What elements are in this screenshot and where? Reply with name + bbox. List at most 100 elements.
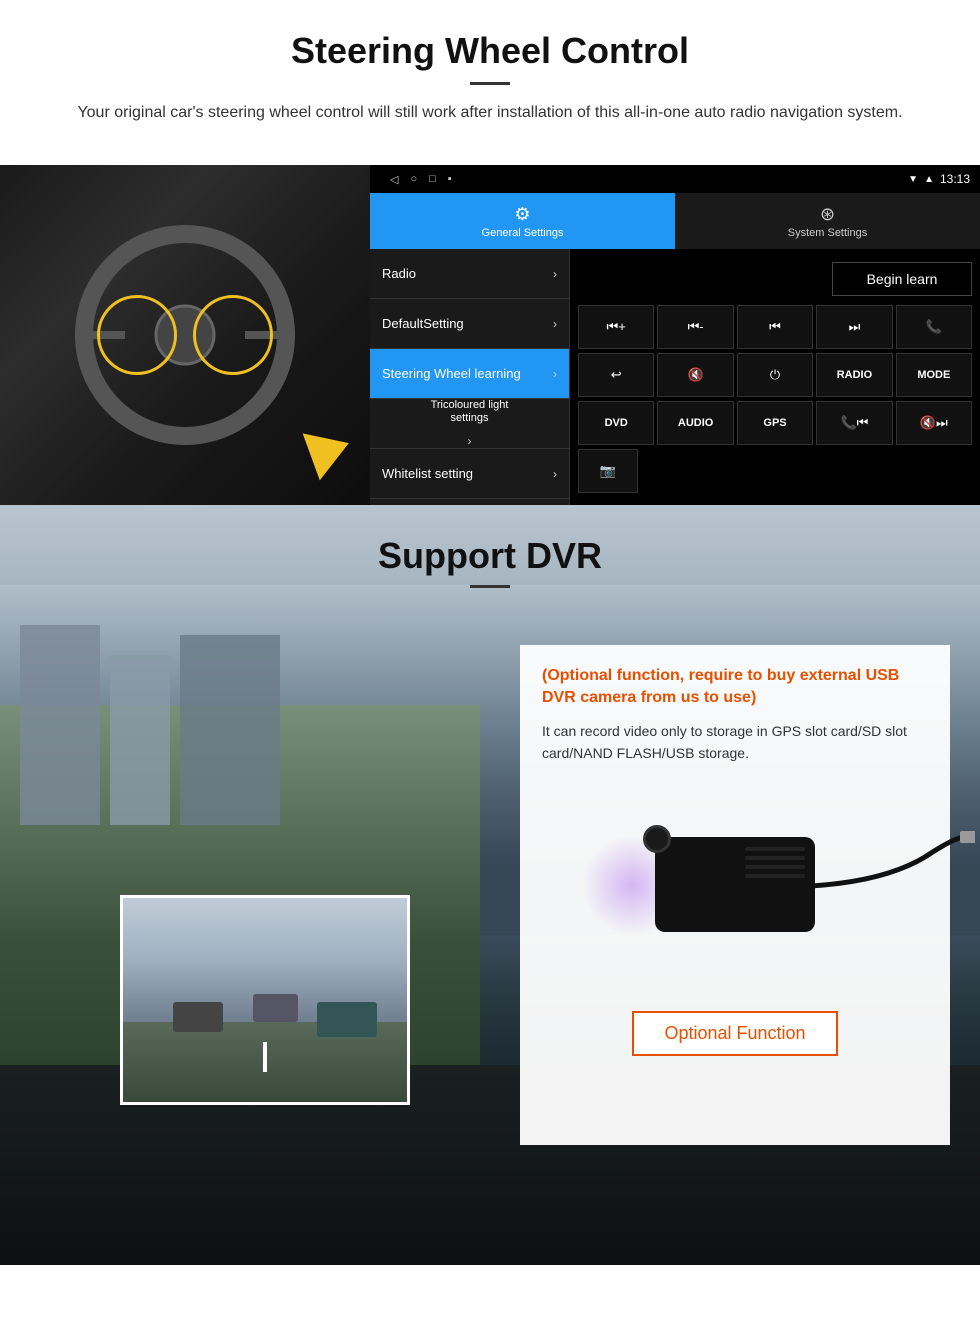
ctrl-dvd[interactable]: DVD [578,401,654,445]
dvr-description: It can record video only to storage in G… [542,720,928,765]
power-icon: ⏻ [770,367,780,383]
dvr-info-box: (Optional function, require to buy exter… [520,645,950,1145]
ctrl-mute[interactable]: 🔇 [657,353,733,397]
menu-arrow-tricolour: › [468,434,472,448]
signal-icon: ▲ [924,174,934,185]
android-menu: Radio › DefaultSetting › Steering Wheel … [370,249,980,505]
control-row-1: ⏮+ ⏮- ⏮ ⏭ 📞 [578,305,972,349]
menu-list: Radio › DefaultSetting › Steering Wheel … [370,249,570,505]
phone-prev-icon: 📞⏮ [840,415,868,431]
ctrl-audio[interactable]: AUDIO [657,401,733,445]
menu-item-steering[interactable]: Steering Wheel learning › [370,349,569,399]
android-tabs: ⚙ General Settings ⊛ System Settings [370,193,980,249]
arrow-indicator [303,420,358,481]
ctrl-camera[interactable]: 📷 [578,449,638,493]
tab-general-settings[interactable]: ⚙ General Settings [370,193,675,249]
ctrl-vol-up[interactable]: ⏮+ [578,305,654,349]
ctrl-gps[interactable]: GPS [737,401,813,445]
ctrl-back[interactable]: ↩ [578,353,654,397]
steering-wheel-image [0,165,370,505]
home-icon[interactable]: ○ [410,173,417,186]
control-row-3: DVD AUDIO GPS 📞⏮ 🔇⏭ [578,401,972,445]
dvd-label: DVD [605,417,628,429]
recents-icon[interactable]: □ [429,173,436,186]
menu-item-whitelist[interactable]: Whitelist setting › [370,449,569,499]
audio-label: AUDIO [678,417,713,429]
steering-title: Steering Wheel Control [40,30,940,72]
nav-icons: ◁ ○ □ ▪ [390,173,452,186]
begin-learn-area: Begin learn [578,257,972,301]
ctrl-prev[interactable]: ⏮ [737,305,813,349]
android-ui-panel: ◁ ○ □ ▪ ▼ ▲ 13:13 ⚙ General Settings ⊛ S… [370,165,980,505]
wifi-icon: ▼ [908,174,918,185]
ctrl-vol-down[interactable]: ⏮- [657,305,733,349]
road-line [263,1042,267,1072]
menu-default-label: DefaultSetting [382,316,464,331]
camera-cable-svg [775,827,975,927]
dvr-header: Support DVR [0,505,980,588]
camera-icon: 📷 [600,463,616,479]
status-time: 13:13 [940,172,970,186]
control-row-4: 📷 [578,449,972,493]
building-1 [20,625,100,825]
car-2 [253,994,298,1022]
dvr-title: Support DVR [0,535,980,577]
ctrl-power[interactable]: ⏻ [737,353,813,397]
car-3 [317,1002,377,1037]
menu-tricolour-label: Tricoloured lightsettings [431,399,509,425]
steering-description: Your original car's steering wheel contr… [60,101,920,125]
android-statusbar: ◁ ○ □ ▪ ▼ ▲ 13:13 [370,165,980,193]
back-call-icon: ↩ [611,367,622,383]
tab-general-label: General Settings [482,227,564,239]
dvr-thumbnail-inner [123,898,407,1102]
tab-system-settings[interactable]: ⊛ System Settings [675,193,980,249]
tab-system-label: System Settings [788,227,867,239]
menu-icon[interactable]: ▪ [448,173,452,186]
mode-label: MODE [917,369,950,381]
menu-item-tricolour[interactable]: Tricoloured lightsettings › [370,399,569,449]
system-icon: ⊛ [820,204,835,225]
dvr-thumbnail [120,895,410,1105]
menu-item-radio[interactable]: Radio › [370,249,569,299]
menu-item-default[interactable]: DefaultSetting › [370,299,569,349]
dvr-camera-illustration [542,785,928,985]
ctrl-phone-prev[interactable]: 📞⏮ [816,401,892,445]
dvr-optional-notice: (Optional function, require to buy exter… [542,665,928,710]
ctrl-mode[interactable]: MODE [896,353,972,397]
menu-arrow-default: › [553,317,557,331]
begin-learn-button[interactable]: Begin learn [832,262,972,296]
phone-icon: 📞 [926,319,942,335]
menu-arrow-radio: › [553,267,557,281]
vol-up-icon: ⏮+ [607,319,626,335]
optional-function-button[interactable]: Optional Function [632,1011,837,1056]
menu-content: Begin learn ⏮+ ⏮- ⏮ ⏭ 📞 ↩ 🔇 ⏻ RADIO MODE [570,249,980,505]
gps-label: GPS [763,417,786,429]
camera-lens [643,825,671,853]
back-icon[interactable]: ◁ [390,173,398,186]
highlight-circle-left [97,295,177,375]
radio-label: RADIO [837,369,872,381]
mute-icon: 🔇 [688,367,704,383]
car-1 [173,1002,223,1032]
dvr-section: Support DVR (Optional function, require … [0,505,980,1265]
menu-arrow-whitelist: › [553,467,557,481]
steering-bg [0,165,370,505]
dvr-divider [470,585,510,588]
prev-icon: ⏮ [769,319,781,335]
ctrl-phone[interactable]: 📞 [896,305,972,349]
menu-steering-label: Steering Wheel learning [382,366,521,381]
gear-icon: ⚙ [514,204,530,225]
menu-whitelist-label: Whitelist setting [382,466,473,481]
vol-down-icon: ⏮- [688,319,704,335]
control-row-2: ↩ 🔇 ⏻ RADIO MODE [578,353,972,397]
mute-next-icon: 🔇⏭ [920,415,948,431]
ctrl-next[interactable]: ⏭ [816,305,892,349]
building-3 [180,635,280,825]
menu-radio-label: Radio [382,266,416,281]
menu-arrow-steering: › [553,367,557,381]
ctrl-radio[interactable]: RADIO [816,353,892,397]
ctrl-mute-next[interactable]: 🔇⏭ [896,401,972,445]
title-divider [470,82,510,85]
highlight-circle-right [193,295,273,375]
optional-button-container: Optional Function [542,1001,928,1056]
